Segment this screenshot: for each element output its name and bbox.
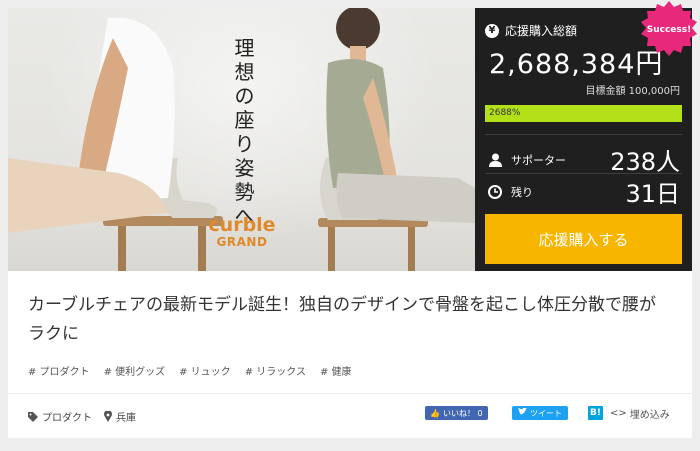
- location-link[interactable]: 兵庫: [104, 409, 136, 424]
- category-link[interactable]: プロダクト: [28, 409, 92, 424]
- total-label: 応援購入総額: [505, 24, 578, 38]
- tag-link[interactable]: # 便利グッズ: [104, 363, 166, 378]
- seated-person-right: [318, 8, 475, 271]
- remaining-label: 残り: [511, 185, 533, 199]
- remaining-row: 残り 31日: [487, 174, 680, 209]
- location-label: 兵庫: [116, 413, 136, 424]
- divider: [485, 134, 682, 135]
- hatena-icon: B!: [590, 408, 601, 418]
- category-label: プロダクト: [42, 413, 92, 424]
- success-badge: Success!: [641, 1, 697, 56]
- facebook-like-button[interactable]: 👍 いいね！ 0: [425, 406, 488, 420]
- tweet-label: ツイート: [530, 408, 562, 418]
- total-label-row: ¥ 応援購入総額: [485, 22, 577, 39]
- hatena-bookmark-button[interactable]: B!: [588, 406, 603, 420]
- project-title[interactable]: カーブルチェアの最新モデル誕生！独自のデザインで骨盤を起こし体圧分散で腰がラクに: [28, 291, 668, 349]
- project-meta: プロダクト 兵庫: [28, 409, 148, 424]
- progress-bar: 2688%: [485, 105, 682, 122]
- tag-link[interactable]: # プロダクト: [28, 363, 90, 378]
- embed-label: 埋め込み: [629, 409, 670, 421]
- hero-image[interactable]: 理想の座り姿勢へ curble GRAND: [8, 8, 475, 271]
- logo-line1: curble: [208, 214, 276, 236]
- tag-link[interactable]: # リュック: [179, 363, 231, 378]
- goal-amount: 目標金額 100,000円: [585, 86, 680, 97]
- supporters-value: 238人: [610, 148, 680, 176]
- project-card: 理想の座り姿勢へ curble GRAND ¥ 応援購入総額 2,688,384…: [8, 1, 697, 438]
- tag-link[interactable]: # リラックス: [245, 363, 306, 378]
- tag-list: # プロダクト # 便利グッズ # リュック # リラックス # 健康: [28, 363, 352, 378]
- remaining-value: 31日: [625, 180, 680, 208]
- facebook-like-label: いいね！ 0: [442, 408, 483, 418]
- facebook-like-icon: 👍: [430, 408, 440, 418]
- total-amount: 2,688,384円: [489, 49, 664, 80]
- user-icon: [487, 152, 503, 168]
- tag-link[interactable]: # 健康: [320, 363, 352, 378]
- logo-line2: GRAND: [216, 235, 268, 249]
- hero-tagline: 理想の座り姿勢へ: [234, 36, 256, 228]
- curble-logo: curble GRAND: [207, 215, 277, 249]
- clock-icon: [487, 184, 503, 200]
- twitter-icon: [518, 407, 527, 418]
- tag-icon: [28, 411, 38, 422]
- yen-icon: ¥: [485, 23, 499, 38]
- support-purchase-button[interactable]: 応援購入する: [485, 214, 682, 264]
- supporters-row: サポーター 238人: [487, 142, 680, 177]
- tweet-button[interactable]: ツイート: [512, 406, 568, 420]
- section-divider: [8, 393, 692, 394]
- supporters-label: サポーター: [511, 153, 566, 167]
- badge-text: Success!: [647, 25, 691, 35]
- embed-button[interactable]: <> 埋め込み: [610, 406, 670, 421]
- seated-person-left: [8, 17, 223, 271]
- embed-code-icon: <>: [610, 407, 627, 419]
- progress-fill: 2688%: [485, 105, 682, 122]
- pin-icon: [104, 411, 112, 422]
